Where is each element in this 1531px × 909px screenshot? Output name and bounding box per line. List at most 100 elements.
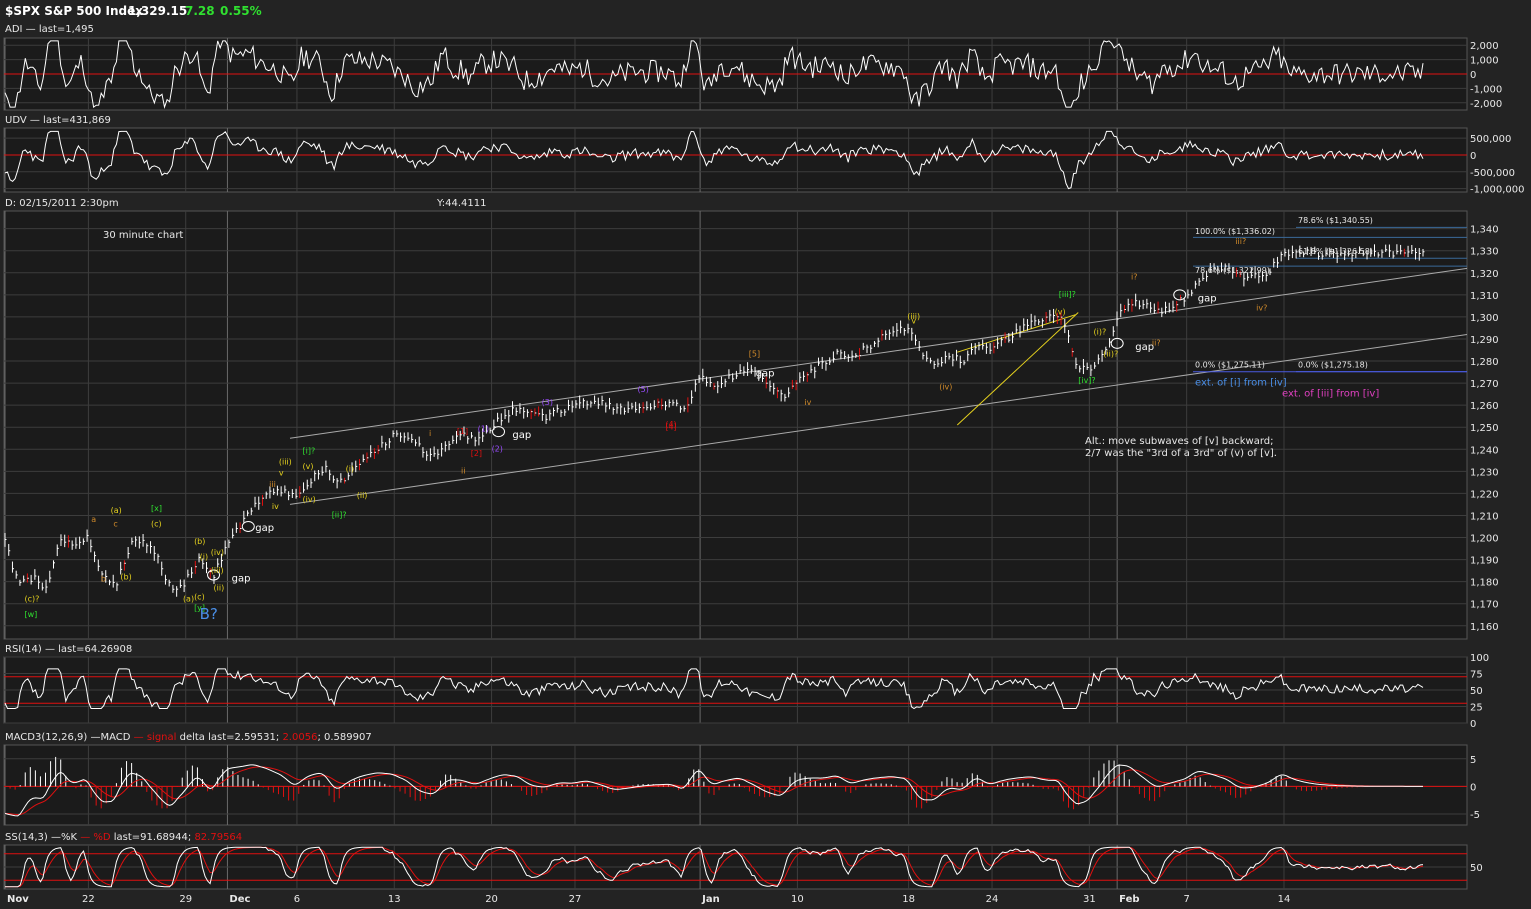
macd-title: MACD3(12,26,9) —MACD — signal delta last…: [5, 732, 372, 743]
x-tick-label: Feb: [1119, 894, 1139, 905]
last-price: 1,329.15: [128, 4, 187, 18]
wave-label: [w]: [24, 610, 37, 619]
macd-title-hist-last: ; 0.589907: [317, 732, 371, 743]
wave-label: iv: [804, 398, 811, 407]
wave-label: (iv): [303, 495, 316, 504]
fib-label: 0.0% ($1,275.11): [1195, 361, 1265, 370]
y-tick-label: 75: [1470, 670, 1483, 681]
wave-label: B?: [200, 605, 218, 623]
wave-label: gap: [255, 523, 274, 534]
wave-label: (c)?: [24, 594, 39, 603]
y-tick-label: 1,310: [1470, 291, 1499, 302]
wave-label: iii: [269, 480, 276, 489]
y-readout: Y:44.4111: [436, 198, 487, 209]
wave-label: (b): [194, 537, 205, 546]
fib-label: 78.6% ($1,322.99): [1195, 266, 1270, 275]
wave-label: [iii]?: [1059, 290, 1076, 299]
macd-title-delta: delta last=2.59531;: [176, 732, 282, 743]
macd-title-signal-last: 2.0056: [282, 732, 317, 743]
wave-label: (3): [542, 398, 553, 407]
y-tick-label: 1,170: [1470, 600, 1499, 611]
y-tick-label: 1,340: [1470, 225, 1499, 236]
udv-title: UDV — last=431,869: [5, 115, 111, 126]
wave-label: iv: [272, 502, 279, 511]
wave-label: (iii): [211, 566, 224, 575]
y-tick-label: 500,000: [1470, 134, 1511, 145]
wave-label: (a): [111, 506, 122, 515]
fib-label: 0.0% ($1,275.18): [1298, 361, 1368, 370]
wave-label: iii?: [1235, 237, 1246, 246]
wave-label: ii?: [1152, 339, 1161, 348]
wave-label: a: [91, 515, 96, 524]
wave-label: gap: [756, 368, 775, 379]
wave-label: [2]: [471, 449, 482, 458]
wave-label: [4]: [665, 422, 676, 431]
rsi-panel: RSI(14) — last=64.26908 100 75 50 25 0: [3, 644, 1489, 730]
ss-title: SS(14,3) —%K — %D last=91.68944; 82.7956…: [5, 832, 242, 843]
x-tick-label: 22: [82, 894, 95, 905]
note-line: 2/7 was the "3rd of a 3rd" of (v) of [v]…: [1085, 448, 1277, 459]
ss-title-d: — %D: [80, 832, 111, 843]
wave-label: (1): [478, 425, 489, 434]
y-tick-label: 0: [1470, 719, 1476, 730]
wave-label: i?: [1131, 272, 1137, 281]
wave-label: (iv): [211, 548, 224, 557]
x-tick-label: 6: [294, 894, 300, 905]
y-tick-label: 100: [1470, 653, 1489, 664]
x-tick-label: 27: [569, 894, 582, 905]
y-tick-label: 1,280: [1470, 357, 1499, 368]
wave-label: [1]: [457, 427, 468, 436]
timeframe-label: 30 minute chart: [103, 230, 183, 241]
wave-label: gap: [1198, 293, 1217, 304]
y-tick-label: 1,270: [1470, 379, 1499, 390]
y-tick-label: 2,000: [1470, 41, 1499, 52]
y-tick-label: -1,000: [1470, 84, 1502, 95]
wave-label: (iv): [939, 383, 952, 392]
wave-label: gap: [512, 430, 531, 441]
y-tick-label: 1,300: [1470, 313, 1499, 324]
y-tick-label: 1,220: [1470, 489, 1499, 500]
wave-label: (ii)?: [1103, 350, 1118, 359]
y-tick-label: 1,180: [1470, 578, 1499, 589]
note-line: Alt.: move subwaves of [v] backward;: [1085, 436, 1273, 447]
y-tick-label: -2,000: [1470, 99, 1502, 110]
wave-label: (i): [200, 553, 208, 562]
wave-label: ii: [461, 467, 465, 476]
x-tick-label: 10: [791, 894, 804, 905]
wave-label: [i]?: [303, 447, 316, 456]
wave-label: (a): [183, 594, 194, 603]
x-tick-label: Nov: [7, 894, 29, 905]
x-tick-label: 29: [179, 894, 192, 905]
stockcharts-chart: $SPX S&P 500 Index 1,329.15 7.28 0.55% A…: [0, 0, 1531, 909]
ss-title-d-last: 82.79564: [194, 832, 242, 843]
y-tick-label: -1,000,000: [1470, 185, 1525, 196]
macd-title-signal: — signal: [134, 732, 177, 743]
y-tick-label: -5: [1470, 810, 1480, 821]
wave-label: i: [429, 429, 431, 438]
y-tick-label: 0: [1470, 70, 1476, 81]
x-tick-label: 24: [986, 894, 999, 905]
fib-label: 100.0% ($1,336.02): [1195, 227, 1275, 236]
wave-label: (v): [1055, 308, 1066, 317]
ss-title-last: last=91.68944;: [111, 832, 195, 843]
wave-label: gap: [232, 574, 251, 585]
price-change-pct: 0.55%: [220, 4, 262, 18]
x-tick-label: 7: [1183, 894, 1189, 905]
y-tick-label: 1,190: [1470, 556, 1499, 567]
price-change: 7.28: [185, 4, 215, 18]
wave-label: (2): [492, 444, 503, 453]
wave-label: (v): [303, 462, 314, 471]
ss-title-main: SS(14,3) —%K: [5, 832, 80, 843]
wave-label: v: [911, 317, 916, 326]
y-tick-label: 1,160: [1470, 622, 1499, 633]
x-tick-label: 20: [485, 894, 498, 905]
symbol-title: $SPX S&P 500 Index: [5, 4, 143, 18]
rsi-title: RSI(14) — last=64.26908: [5, 644, 132, 655]
macd-title-main: MACD3(12,26,9) —MACD: [5, 732, 134, 743]
wave-label: (5): [638, 385, 649, 394]
wave-label: iv?: [1256, 303, 1267, 312]
date-readout: D: 02/15/2011 2:30pm: [5, 198, 119, 209]
y-tick-label: 1,330: [1470, 247, 1499, 258]
y-tick-label: 1,200: [1470, 534, 1499, 545]
wave-label: [ii]?: [332, 511, 347, 520]
